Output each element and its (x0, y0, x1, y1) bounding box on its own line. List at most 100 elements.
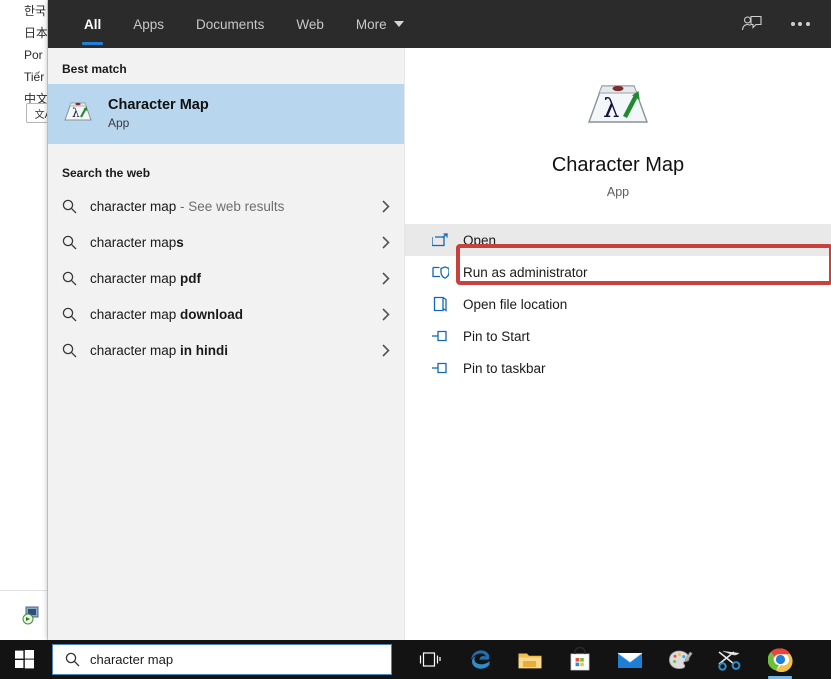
web-suggestion-label: character map pdf (90, 271, 201, 286)
tab-label: All (84, 17, 101, 32)
media-player-icon[interactable] (20, 604, 42, 626)
file-explorer-icon[interactable] (516, 645, 544, 675)
search-the-web-heading: Search the web (48, 144, 404, 188)
app-preview-header: λ Character Map App (405, 48, 831, 199)
taskbar-search-value: character map (90, 652, 173, 667)
suggestion-bold: pdf (180, 271, 201, 286)
taskbar-search-input[interactable]: character map (52, 644, 392, 675)
web-suggestion-label: character map - See web results (90, 199, 284, 214)
web-suggestion-row[interactable]: character maps (48, 224, 404, 260)
language-item[interactable]: Tiếr (24, 66, 48, 88)
open-window-icon (431, 233, 449, 247)
paint-icon[interactable] (666, 645, 694, 675)
web-suggestion-row[interactable]: character map in hindi (48, 332, 404, 368)
language-item[interactable]: 日本 (24, 22, 48, 44)
web-suggestion-row[interactable]: character map pdf (48, 260, 404, 296)
task-view-icon[interactable] (416, 645, 444, 675)
chevron-right-icon[interactable] (382, 332, 390, 368)
pin-icon (431, 361, 449, 375)
web-suggestion-label: character map in hindi (90, 343, 228, 358)
folder-open-icon (431, 296, 449, 312)
app-action-open-file-location[interactable]: Open file location (405, 288, 831, 320)
suggestion-bold: download (180, 307, 243, 322)
svg-text:λ: λ (603, 94, 619, 124)
app-action-pin-to-start[interactable]: Pin to Start (405, 320, 831, 352)
web-suggestion-row[interactable]: character map - See web results (48, 188, 404, 224)
pin-icon (431, 329, 449, 343)
search-icon (65, 652, 80, 667)
app-action-label: Pin to Start (463, 329, 530, 344)
character-map-icon: λ (62, 98, 94, 131)
header-actions (735, 0, 817, 48)
web-suggestion-label: character map download (90, 307, 243, 322)
chevron-right-icon[interactable] (382, 260, 390, 296)
best-match-title: Character Map (108, 96, 209, 115)
app-action-pin-to-taskbar[interactable]: Pin to taskbar (405, 352, 831, 384)
app-action-label: Pin to taskbar (463, 361, 546, 376)
chevron-right-icon[interactable] (382, 188, 390, 224)
feedback-person-icon[interactable] (735, 7, 769, 41)
tab-label: Documents (196, 17, 264, 32)
taskbar: character map (0, 640, 831, 679)
best-match-text: Character Map App (108, 96, 209, 132)
suggestion-bold: s (176, 235, 184, 250)
app-preview-subtitle: App (607, 185, 629, 199)
suggestion-text: character map (90, 199, 176, 214)
best-match-result[interactable]: λ Character Map App (48, 84, 404, 144)
app-action-run-as-administrator[interactable]: Run as administrator (405, 256, 831, 288)
chrome-icon[interactable] (766, 645, 794, 675)
app-preview-title: Character Map (552, 154, 684, 177)
search-icon (62, 199, 90, 214)
tab-label: More (356, 17, 387, 32)
microsoft-store-icon[interactable] (566, 645, 594, 675)
language-item[interactable]: Por (24, 44, 48, 66)
windows-logo-icon[interactable] (0, 640, 48, 679)
search-header: All Apps Documents Web More (48, 0, 831, 48)
app-actions-list: Open Run as administrator Open file locati… (405, 224, 831, 384)
suggestion-text: character map (90, 343, 180, 358)
search-icon (62, 271, 90, 286)
suggestion-bold: in hindi (180, 343, 228, 358)
suggestion-suffix: - See web results (176, 199, 284, 214)
web-suggestion-label: character maps (90, 235, 184, 250)
best-match-heading: Best match (48, 48, 404, 84)
language-item[interactable]: 한국 (24, 0, 48, 22)
app-preview-pane: λ Character Map App Open Run as administr… (404, 48, 831, 640)
tab-more[interactable]: More (340, 0, 420, 48)
search-results-list: Best match λ Character Map (48, 48, 404, 640)
ellipsis-icon[interactable] (783, 7, 817, 41)
svg-text:λ: λ (72, 106, 80, 120)
tab-label: Web (296, 17, 324, 32)
search-icon (62, 307, 90, 322)
suggestion-text: character map (90, 235, 176, 250)
tab-apps[interactable]: Apps (117, 0, 180, 48)
snipping-tool-icon[interactable] (716, 645, 744, 675)
tab-label: Apps (133, 17, 164, 32)
suggestion-text: character map (90, 307, 180, 322)
edge-icon[interactable] (466, 645, 494, 675)
active-tab-indicator (82, 42, 103, 45)
taskbar-icons (416, 645, 794, 675)
chevron-right-icon[interactable] (382, 224, 390, 260)
best-match-subtitle: App (108, 115, 209, 132)
chevron-down-icon (394, 21, 404, 28)
tab-all[interactable]: All (68, 0, 117, 48)
tab-documents[interactable]: Documents (180, 0, 280, 48)
app-action-label: Open (463, 233, 496, 248)
chevron-right-icon[interactable] (382, 296, 390, 332)
suggestion-text: character map (90, 271, 180, 286)
mail-icon[interactable] (616, 645, 644, 675)
screen: 한국 日本 Por Tiếr 中文 文A All (0, 0, 831, 679)
app-action-open[interactable]: Open (405, 224, 831, 256)
language-list: 한국 日本 Por Tiếr 中文 (24, 0, 48, 110)
search-flyout: All Apps Documents Web More (48, 0, 831, 640)
character-map-icon: λ (582, 76, 654, 136)
search-icon (62, 343, 90, 358)
search-tabs: All Apps Documents Web More (68, 0, 420, 48)
app-action-label: Open file location (463, 297, 567, 312)
web-suggestion-row[interactable]: character map download (48, 296, 404, 332)
search-icon (62, 235, 90, 250)
search-body: Best match λ Character Map (48, 48, 831, 640)
tab-web[interactable]: Web (280, 0, 340, 48)
web-suggestions-list: character map - See web resultscharacter… (48, 188, 404, 368)
